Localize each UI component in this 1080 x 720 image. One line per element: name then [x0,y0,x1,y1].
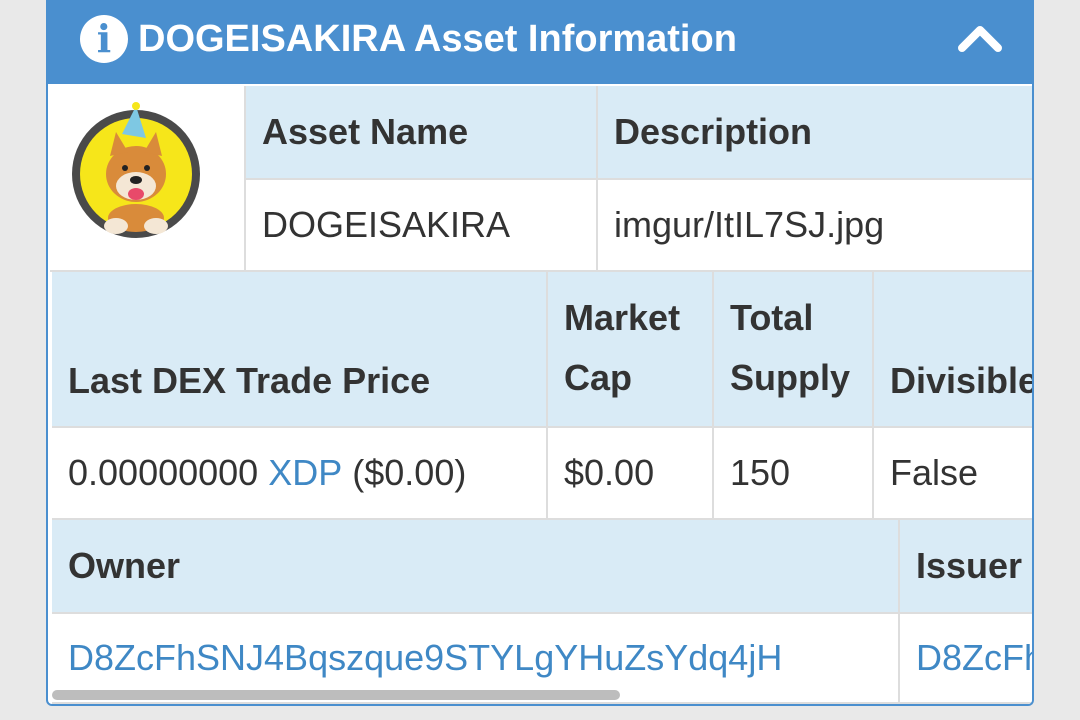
panel-header: i DOGEISAKIRA Asset Information [48,0,1032,84]
price-header-label: Last DEX Trade Price [68,360,431,401]
horizontal-scrollbar[interactable] [52,690,620,700]
description-header-label: Description [614,111,813,152]
issuer-address-link[interactable]: D8ZcFhSNJ4Bqszque9STYLgYHuZsYdq4jH [916,637,1032,679]
market-cap-header-line2: Cap [564,357,633,398]
xdp-link[interactable]: XDP [268,452,342,494]
issuer-header: Issuer [900,520,1032,614]
divisible-header: Divisible [874,272,1034,428]
asset-logo-image [72,102,200,238]
divisible-header-label: Divisible [890,360,1034,401]
owner-address-link[interactable]: D8ZcFhSNJ4Bqszque9STYLgYHuZsYdq4jH [68,637,782,679]
asset-name-header-label: Asset Name [262,111,469,152]
info-icon: i [80,15,128,63]
issuer-header-label: Issuer [916,545,1023,586]
owner-header: Owner [52,520,900,614]
price-amount: 0.00000000 [68,452,259,493]
total-supply-text: 150 [730,452,791,493]
market-cap-header: Market Cap [548,272,714,428]
issuer-value: D8ZcFhSNJ4Bqszque9STYLgYHuZsYdq4jH [900,614,1032,704]
owner-header-label: Owner [68,545,181,586]
asset-name-text: DOGEISAKIRA [262,204,511,245]
collapse-button[interactable] [954,18,1006,58]
last-dex-trade-price-value: 0.00000000 XDP ($0.00) [52,428,548,520]
total-supply-header: Total Supply [714,272,874,428]
asset-logo-cell [50,86,246,272]
chevron-up-icon [958,26,1002,52]
total-supply-header-line1: Total [730,297,814,338]
divisible-text: False [890,452,979,493]
market-cap-text: $0.00 [564,452,655,493]
market-cap-value: $0.00 [548,428,714,520]
asset-name-value: DOGEISAKIRA [246,180,598,272]
price-usd: ($0.00) [352,452,467,493]
last-dex-trade-price-header: Last DEX Trade Price [52,272,548,428]
divisible-value: False [874,428,1032,520]
market-cap-header-line1: Market [564,297,681,338]
description-header: Description [598,86,1032,180]
asset-info-panel: i DOGEISAKIRA Asset Information Asset Na… [46,0,1034,706]
total-supply-value: 150 [714,428,874,520]
description-value: imgur/ItIL7SJ.jpg [598,180,1032,272]
asset-name-header: Asset Name [246,86,598,180]
description-text: imgur/ItIL7SJ.jpg [614,204,885,245]
total-supply-header-line2: Supply [730,357,851,398]
panel-title: DOGEISAKIRA Asset Information [138,18,737,60]
